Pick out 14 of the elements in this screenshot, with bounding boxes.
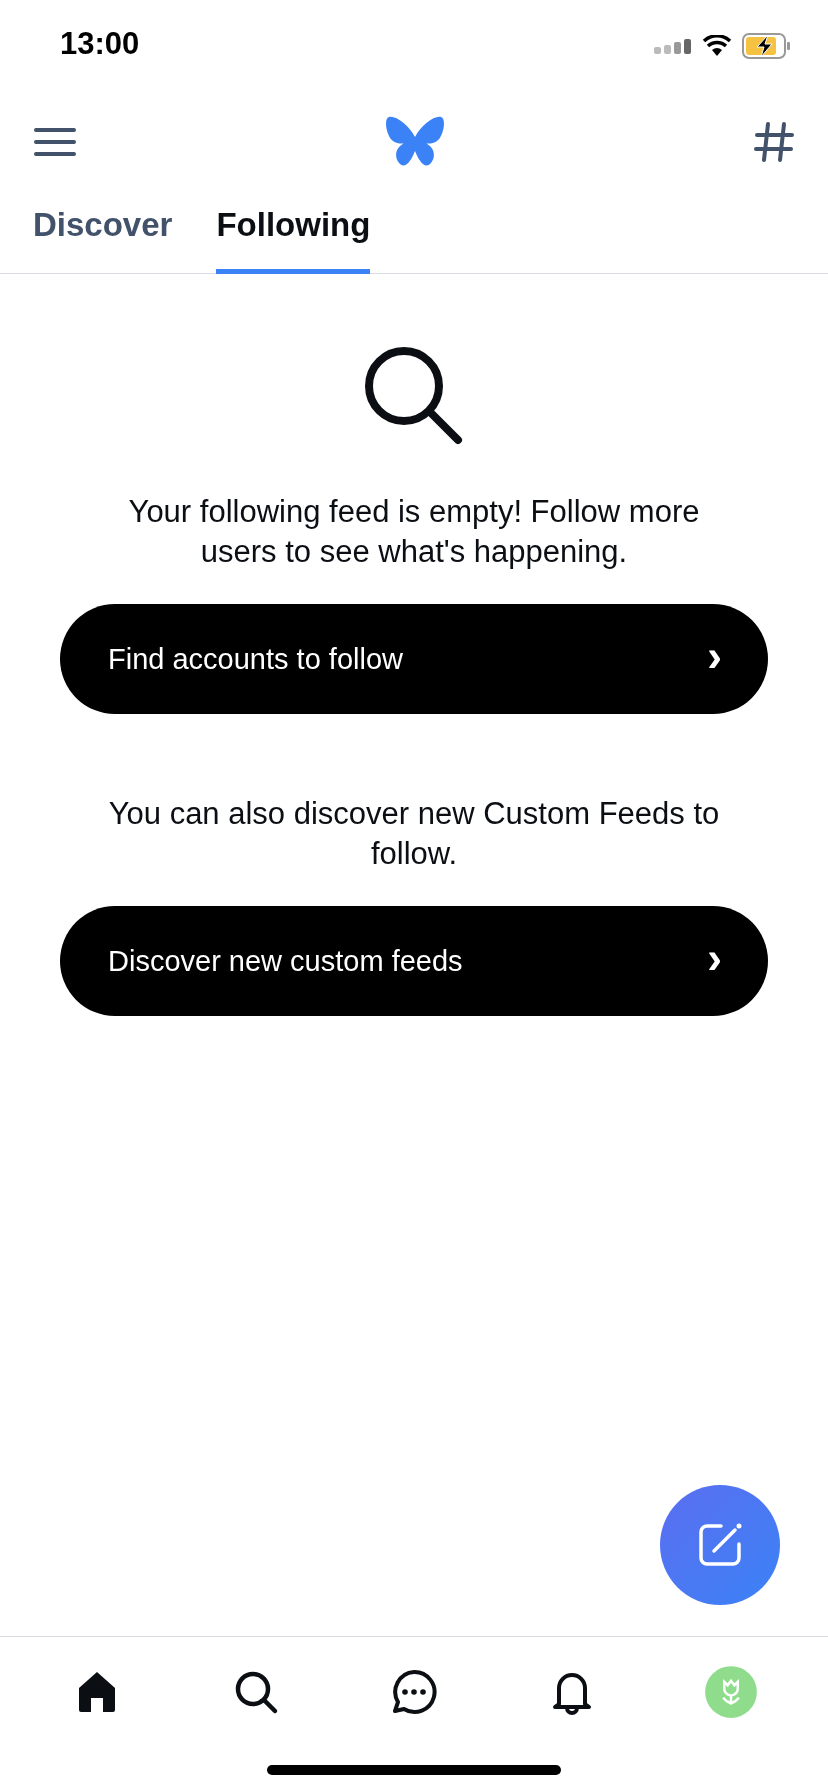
- status-time: 13:00: [60, 26, 140, 62]
- battery-charging-icon: [742, 33, 792, 59]
- compose-icon: [697, 1522, 743, 1568]
- hashtag-icon[interactable]: [754, 121, 794, 163]
- feed-tab[interactable]: Discover: [33, 192, 173, 274]
- feed-tab[interactable]: Following: [216, 192, 371, 274]
- signal-icon: [654, 37, 692, 55]
- link-button[interactable]: Discover new custom feeds ›: [60, 906, 768, 1016]
- menu-icon[interactable]: [34, 127, 76, 157]
- empty-feed-message: You can also discover new Custom Feeds to follow.: [107, 795, 721, 873]
- wifi-icon: [702, 35, 732, 57]
- link-button[interactable]: Find accounts to follow ›: [60, 604, 768, 714]
- avatar-icon: [703, 1665, 758, 1719]
- empty-feed-message: Your following feed is empty! Follow more users to see what's happening.: [127, 493, 701, 571]
